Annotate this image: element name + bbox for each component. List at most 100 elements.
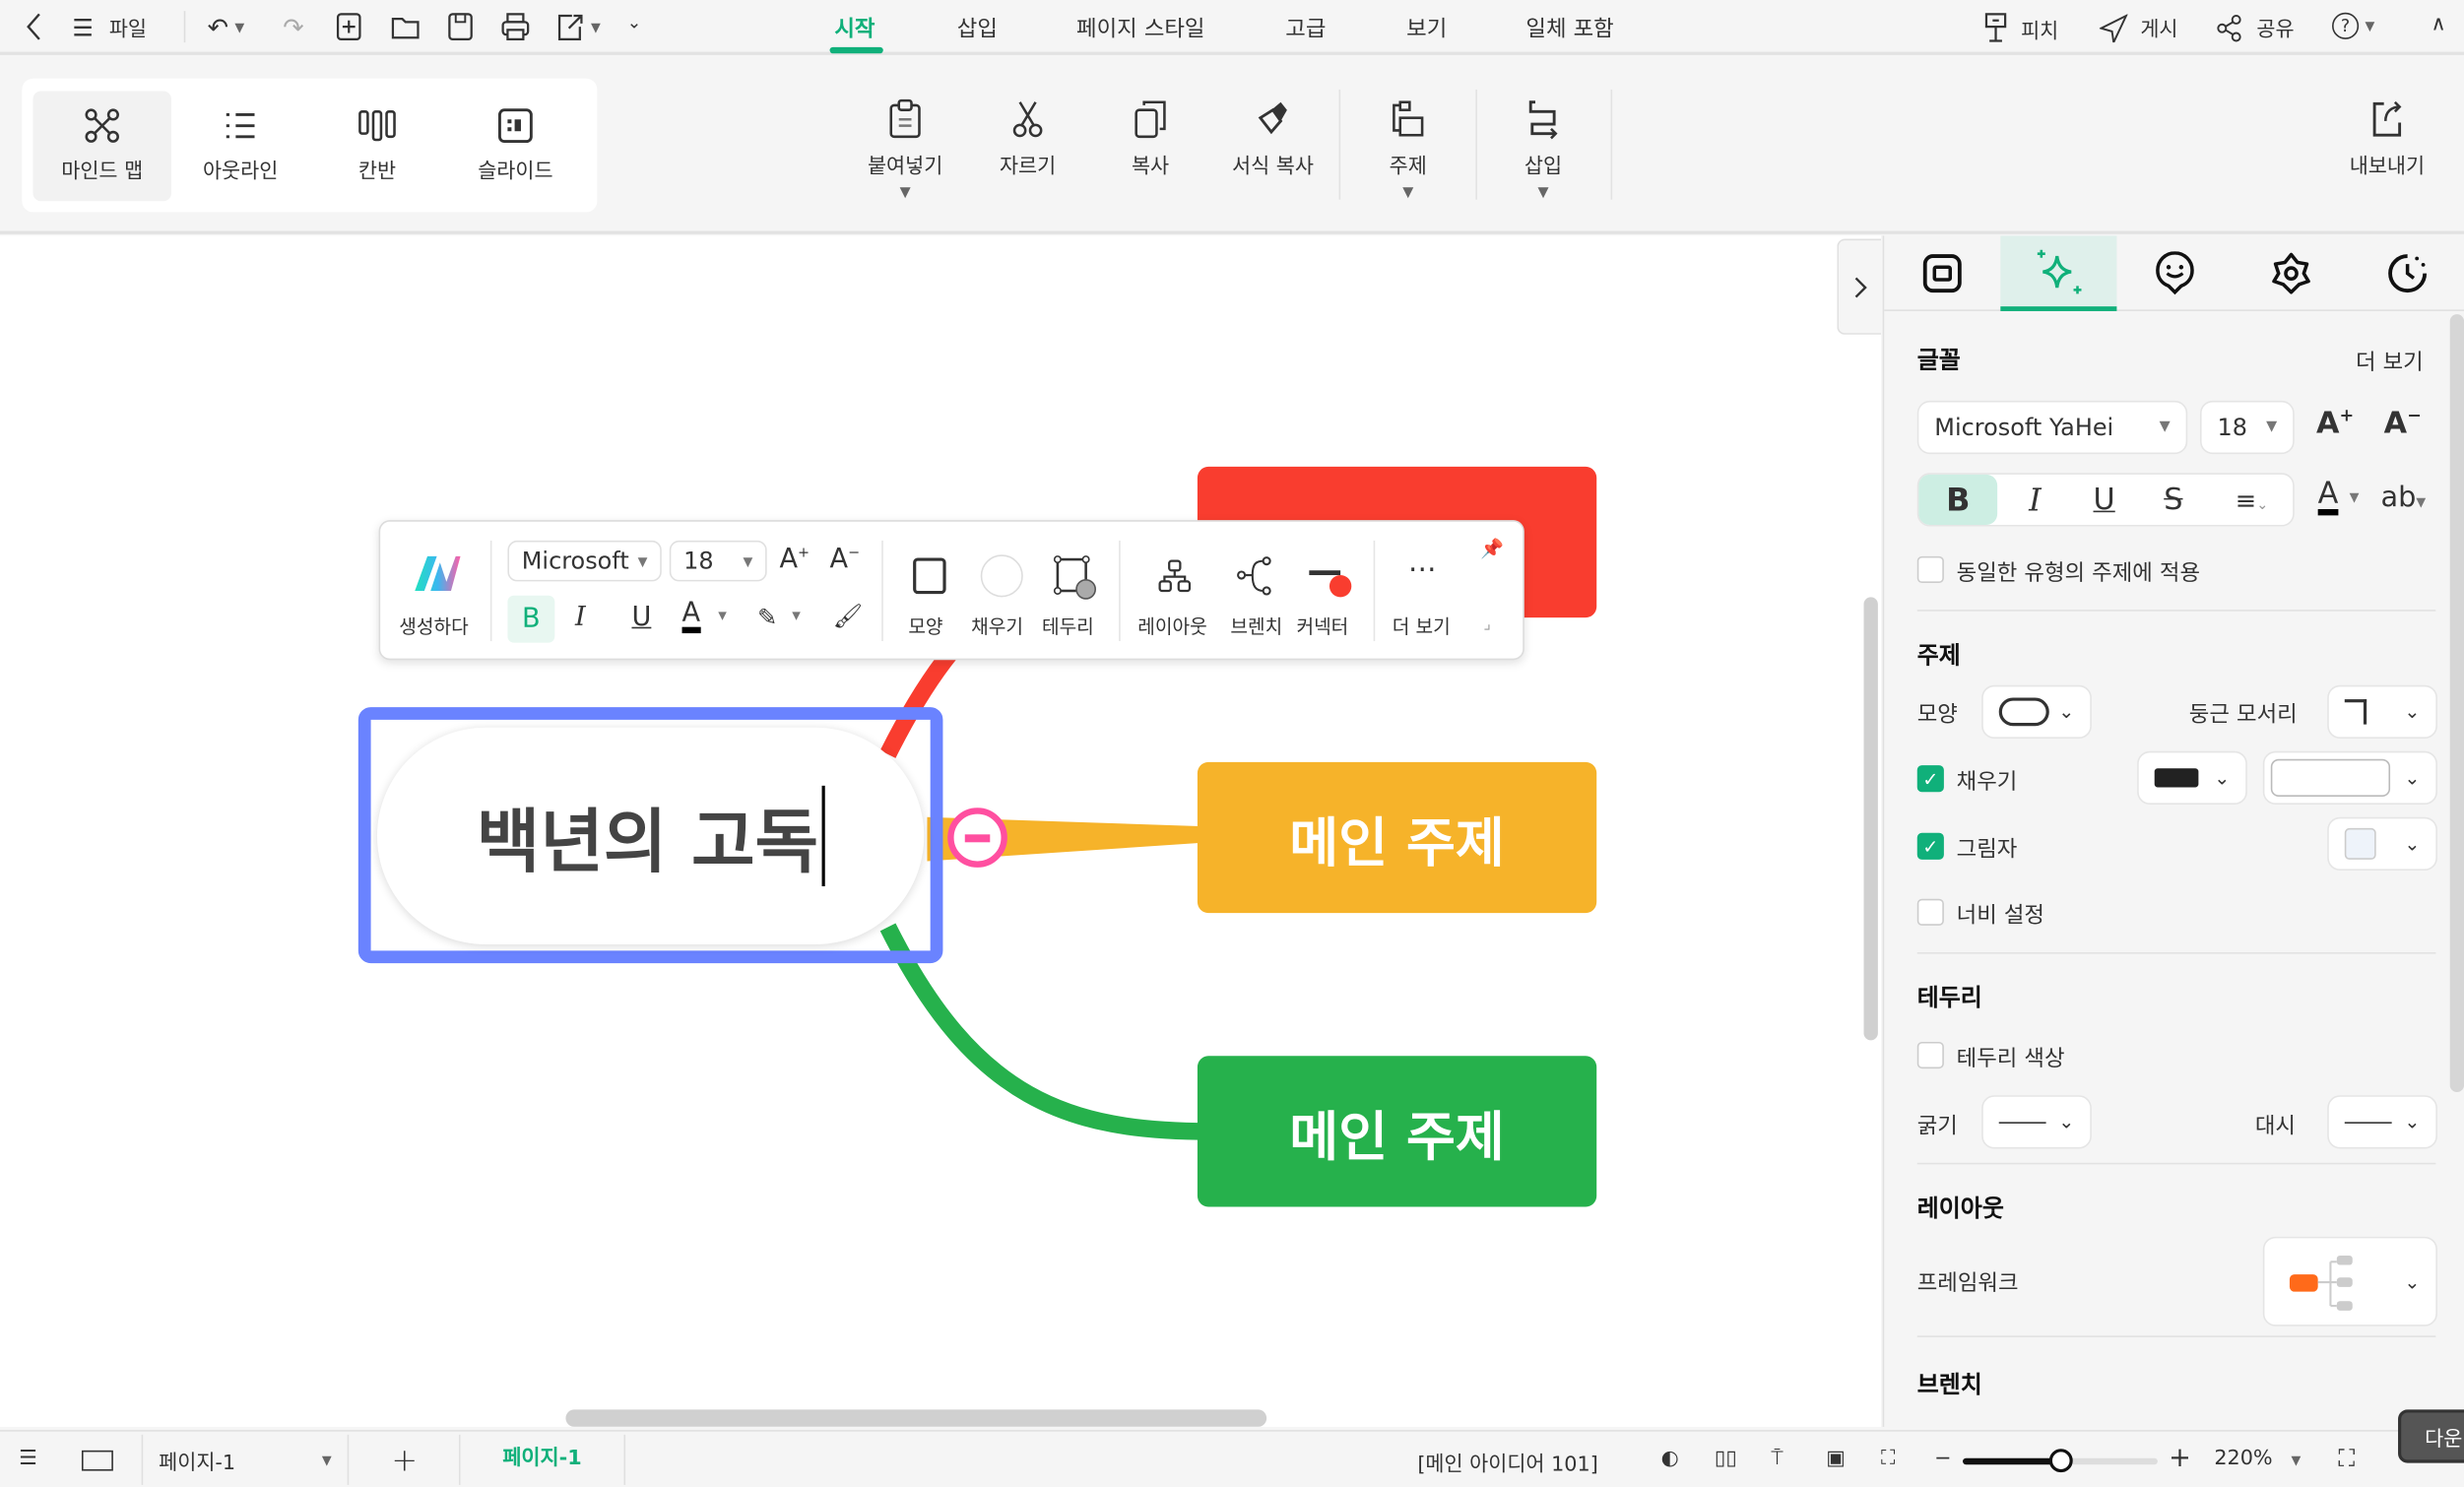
map-icon[interactable]: ▯▯ (1715, 1448, 1737, 1471)
more-quick-button[interactable]: ⌄ (627, 13, 642, 33)
fullscreen-icon[interactable]: ⛶ (2338, 1444, 2355, 1472)
export-button[interactable]: 내보내기 (2332, 99, 2442, 179)
more-icon[interactable]: ⋯ (1408, 553, 1437, 587)
strikethrough-button[interactable]: S (2142, 483, 2205, 517)
publish-button[interactable]: 게시 (2099, 13, 2178, 42)
new-button[interactable] (335, 13, 363, 41)
page-select[interactable]: 페이지-1 ▼ (141, 1434, 350, 1485)
file-menu[interactable]: ☰ 파일 (72, 13, 147, 43)
fit-width-icon[interactable]: ⛶ (1881, 1448, 1896, 1471)
font-more-link[interactable]: 더 보기 (2356, 346, 2424, 377)
view-slide[interactable]: 슬라이드 (446, 92, 584, 202)
decrease-font-button[interactable]: A− (2384, 406, 2422, 441)
view-kanban[interactable]: 칸반 (308, 92, 446, 202)
pin-icon[interactable]: 📌 (1480, 538, 1504, 559)
fill-checkbox[interactable]: ✓ (1916, 765, 1944, 793)
apply-same-type-checkbox[interactable] (1916, 555, 1944, 584)
mindmap-canvas[interactable]: 메인 주제 메인 주제 메인 주제 백년의 고독 생성하다 Microsoft▼… (0, 235, 1882, 1427)
collapse-button[interactable] (947, 808, 1007, 868)
font-size-select[interactable]: 18 ▼ (669, 540, 767, 582)
undo-button[interactable]: ↶ ▼ (208, 13, 245, 42)
corner-radius-select[interactable]: ⌄ (2327, 684, 2437, 739)
shadow-color-select[interactable]: ⌄ (2327, 816, 2437, 872)
highlight-icon[interactable]: ✎ (757, 604, 777, 632)
tab-style[interactable] (2000, 235, 2117, 311)
branch-icon[interactable] (1237, 556, 1274, 597)
connector-label[interactable]: 커넥터 (1296, 613, 1348, 639)
help-button[interactable]: ? ▼ (2332, 12, 2374, 39)
font-family-select[interactable]: Microsoft YaHei ▼ (1916, 400, 2188, 455)
fit-page-icon[interactable]: ▣ (1826, 1448, 1846, 1471)
tab-view[interactable]: 보기 (1406, 13, 1447, 44)
layout-label[interactable]: 레이아웃 (1137, 613, 1206, 639)
export-quick-button[interactable]: ▼ (556, 13, 601, 41)
branch-label[interactable]: 브렌치 (1230, 613, 1282, 639)
shape-select[interactable]: ⌄ (1981, 684, 2092, 739)
italic-button[interactable]: I (2004, 481, 2067, 518)
border-weight-select[interactable]: ⌄ (1981, 1095, 2092, 1149)
panel-scrollbar[interactable] (2449, 314, 2464, 1093)
format-painter-icon[interactable]: 🖌 (833, 602, 863, 630)
italic-button[interactable]: I (575, 602, 586, 633)
width-setting-checkbox[interactable] (1916, 898, 1944, 926)
collapse-ribbon-button[interactable]: ∧ (2432, 13, 2446, 36)
border-dash-select[interactable]: ⌄ (2327, 1095, 2437, 1149)
view-mindmap[interactable]: 마인드 맵 (32, 91, 171, 202)
copy-button[interactable]: 복사 (1095, 99, 1205, 179)
border-icon[interactable] (1053, 554, 1097, 602)
layout-icon[interactable] (1156, 559, 1194, 594)
text-color-button[interactable]: A (2317, 478, 2339, 516)
save-button[interactable] (446, 13, 475, 41)
fill-label[interactable]: 채우기 (971, 613, 1023, 639)
text-highlight-button[interactable]: ab▼ (2380, 481, 2426, 514)
paste-button[interactable]: 붙여넣기 ▼ (850, 98, 960, 201)
shadow-checkbox[interactable]: ✓ (1916, 832, 1944, 860)
view-outline[interactable]: 아웃라인 (171, 92, 309, 202)
outline-list-icon[interactable]: ☰ (19, 1448, 37, 1471)
central-topic-text[interactable]: 백년의 고독 (477, 785, 825, 886)
decrease-font-icon[interactable]: A− (830, 544, 861, 575)
border-color-checkbox[interactable] (1916, 1041, 1944, 1069)
font-color-button[interactable]: A (681, 599, 701, 634)
page-tab[interactable]: 페이지-1 (458, 1434, 626, 1485)
main-topic-2[interactable]: 메인 주제 (1197, 761, 1597, 914)
tab-ai[interactable]: 일체 포함 (1525, 13, 1613, 44)
more-label[interactable]: 더 보기 (1393, 613, 1451, 639)
fill-gradient-select[interactable]: ⌄ (2262, 750, 2437, 805)
generate-label[interactable]: 생성하다 (399, 613, 468, 639)
share-button[interactable]: 공유 (2216, 13, 2295, 42)
zoom-slider[interactable] (1963, 1449, 2158, 1473)
underline-button[interactable]: U (2073, 483, 2136, 517)
font-family-select[interactable]: Microsoft ▼ (507, 540, 662, 582)
open-button[interactable] (390, 13, 421, 41)
underline-button[interactable]: U (631, 602, 651, 633)
shape-icon[interactable] (913, 557, 946, 595)
redo-button[interactable]: ↷ (283, 13, 303, 42)
main-topic-3[interactable]: 메인 주제 (1197, 1056, 1597, 1207)
page-panel-icon[interactable] (81, 1450, 113, 1471)
framework-select[interactable]: ⌄ (2262, 1236, 2437, 1326)
shape-label[interactable]: 모양 (908, 613, 942, 639)
zoom-in-button[interactable]: + (2169, 1443, 2191, 1474)
fill-color-select[interactable]: ⌄ (2137, 750, 2247, 805)
tab-icons[interactable] (2116, 235, 2233, 311)
ai-generate-button[interactable] (412, 553, 462, 599)
zoom-level[interactable]: 220% (2214, 1448, 2272, 1471)
print-button[interactable] (499, 13, 531, 41)
font-size-select[interactable]: 18 ▼ (2199, 400, 2295, 455)
border-label[interactable]: 테두리 (1042, 613, 1094, 639)
tab-page-style[interactable]: 페이지 스타일 (1076, 13, 1204, 44)
theme-icon[interactable]: ◐ (1661, 1448, 1679, 1471)
bold-button[interactable]: B (507, 595, 555, 643)
vertical-scrollbar[interactable] (1863, 597, 1878, 1041)
increase-font-icon[interactable]: A+ (779, 544, 810, 575)
zoom-out-button[interactable]: − (1934, 1448, 1951, 1471)
topic-button[interactable]: 주제 ▼ (1353, 99, 1463, 201)
tab-theme[interactable] (2233, 235, 2349, 311)
presentation-icon[interactable]: ⍑ (1771, 1448, 1783, 1471)
zoom-slider-handle[interactable] (2048, 1449, 2073, 1473)
tab-advanced[interactable]: 고급 (1285, 13, 1326, 44)
collapse-toolbar-icon[interactable]: ⌟ (1483, 616, 1490, 634)
align-button[interactable]: ≡⌄ (2211, 485, 2293, 514)
tab-insert[interactable]: 삽입 (957, 13, 998, 44)
